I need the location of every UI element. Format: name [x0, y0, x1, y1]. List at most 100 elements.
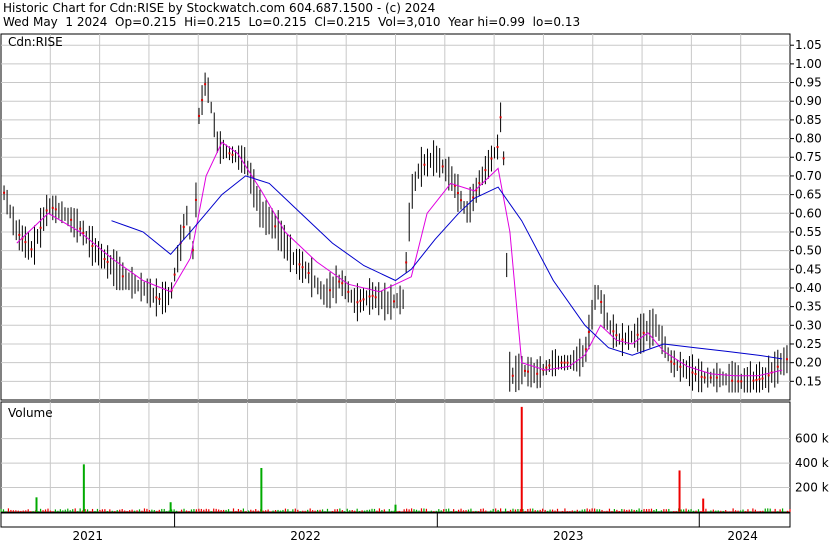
price-tick-mark — [307, 271, 310, 274]
price-tick-mark — [776, 365, 779, 368]
price-tick-mark — [731, 379, 734, 382]
price-tick-mark — [18, 233, 21, 236]
price-tick-mark — [670, 360, 673, 363]
year-axis-frame — [0, 512, 791, 528]
price-tick-mark — [51, 206, 54, 209]
price-tick-mark — [642, 331, 645, 334]
year-label: 2022 — [290, 529, 321, 543]
price-tick-mark — [103, 258, 106, 261]
price-tick-mark — [536, 372, 539, 375]
price-tick-mark — [740, 380, 743, 383]
price-tick-mark — [511, 374, 514, 377]
price-tick-mark — [155, 296, 158, 299]
volume-tick-label: 200 k — [795, 481, 829, 495]
price-tick-label: 0.75 — [795, 150, 822, 164]
price-tick-mark — [91, 244, 94, 247]
price-tick-mark — [600, 300, 603, 303]
price-tick-mark — [341, 282, 344, 285]
price-tick-mark — [201, 99, 204, 102]
price-tick-mark — [703, 376, 706, 379]
price-tick-mark — [228, 152, 231, 155]
price-tick-mark — [523, 369, 526, 372]
price-tick-mark — [679, 365, 682, 368]
price-tick-mark — [392, 300, 395, 303]
price-tick-mark — [231, 153, 234, 156]
price-tick-mark — [456, 192, 459, 195]
price-tick-label: 0.40 — [795, 281, 822, 295]
price-tick-mark — [194, 198, 197, 201]
price-tick-label: 1.00 — [795, 57, 822, 71]
price-tick-mark — [441, 165, 444, 168]
price-tick-label: 0.50 — [795, 244, 822, 258]
price-tick-mark — [691, 371, 694, 374]
price-tick-label: 0.30 — [795, 318, 822, 332]
price-tick-label: 0.35 — [795, 300, 822, 314]
price-tick-mark — [737, 380, 740, 383]
price-tick-mark — [173, 273, 176, 276]
price-tick-mark — [24, 241, 27, 244]
price-tick-mark — [490, 157, 493, 160]
price-tick-mark — [636, 333, 639, 336]
price-tick-label: 0.45 — [795, 262, 822, 276]
price-legend: Cdn:RISE — [8, 35, 63, 49]
price-tick-mark — [274, 225, 277, 228]
price-tick-mark — [621, 338, 624, 341]
price-tick-mark — [405, 261, 408, 264]
price-tick-mark — [459, 199, 462, 202]
price-tick-mark — [338, 280, 341, 283]
price-tick-mark — [673, 362, 676, 365]
price-tick-mark — [371, 294, 374, 297]
price-tick-label: 0.70 — [795, 169, 822, 183]
price-tick-mark — [694, 372, 697, 375]
price-tick-mark — [423, 163, 426, 166]
price-tick-mark — [158, 297, 161, 300]
price-tick-mark — [755, 378, 758, 381]
price-tick-mark — [45, 209, 48, 212]
price-tick-mark — [374, 296, 377, 299]
price-tick-label: 0.60 — [795, 206, 822, 220]
price-tick-mark — [612, 330, 615, 333]
price-tick-mark — [3, 191, 6, 194]
price-tick-mark — [356, 301, 359, 304]
price-tick-mark — [198, 114, 201, 117]
price-tick-label: 0.95 — [795, 76, 822, 90]
year-label: 2024 — [727, 529, 758, 543]
price-tick-mark — [566, 361, 569, 364]
price-tick-mark — [700, 375, 703, 378]
price-tick-mark — [752, 379, 755, 382]
price-tick-label: 0.25 — [795, 337, 822, 351]
price-tick-label: 0.90 — [795, 94, 822, 108]
price-tick-label: 0.85 — [795, 113, 822, 127]
volume-tick-label: 600 k — [795, 432, 829, 446]
price-tick-mark — [587, 330, 590, 333]
price-tick-mark — [502, 157, 505, 160]
price-tick-mark — [368, 295, 371, 298]
price-tick-mark — [301, 266, 304, 269]
volume-tick-label: 400 k — [795, 456, 829, 470]
price-tick-mark — [204, 83, 207, 86]
price-tick-mark — [560, 361, 563, 364]
price-tick-mark — [785, 358, 788, 361]
price-tick-mark — [70, 218, 73, 221]
price-tick-mark — [758, 378, 761, 381]
price-tick-mark — [563, 361, 566, 364]
price-tick-mark — [298, 263, 301, 266]
price-tick-mark — [329, 289, 332, 292]
price-tick-mark — [715, 376, 718, 379]
price-tick-mark — [615, 334, 618, 337]
price-tick-mark — [767, 374, 770, 377]
price-tick-label: 0.80 — [795, 132, 822, 146]
price-tick-mark — [499, 116, 502, 119]
price-tick-label: 1.05 — [795, 38, 822, 52]
price-tick-mark — [121, 275, 124, 278]
price-tick-mark — [359, 299, 362, 302]
price-tick-mark — [478, 182, 481, 185]
price-tick-label: 0.55 — [795, 225, 822, 239]
price-tick-mark — [496, 146, 499, 149]
volume-legend: Volume — [8, 406, 53, 420]
price-tick-mark — [30, 248, 33, 251]
price-tick-label: 0.15 — [795, 374, 822, 388]
price-tick-mark — [584, 348, 587, 351]
year-label: 2023 — [553, 529, 584, 543]
price-tick-mark — [347, 290, 350, 293]
